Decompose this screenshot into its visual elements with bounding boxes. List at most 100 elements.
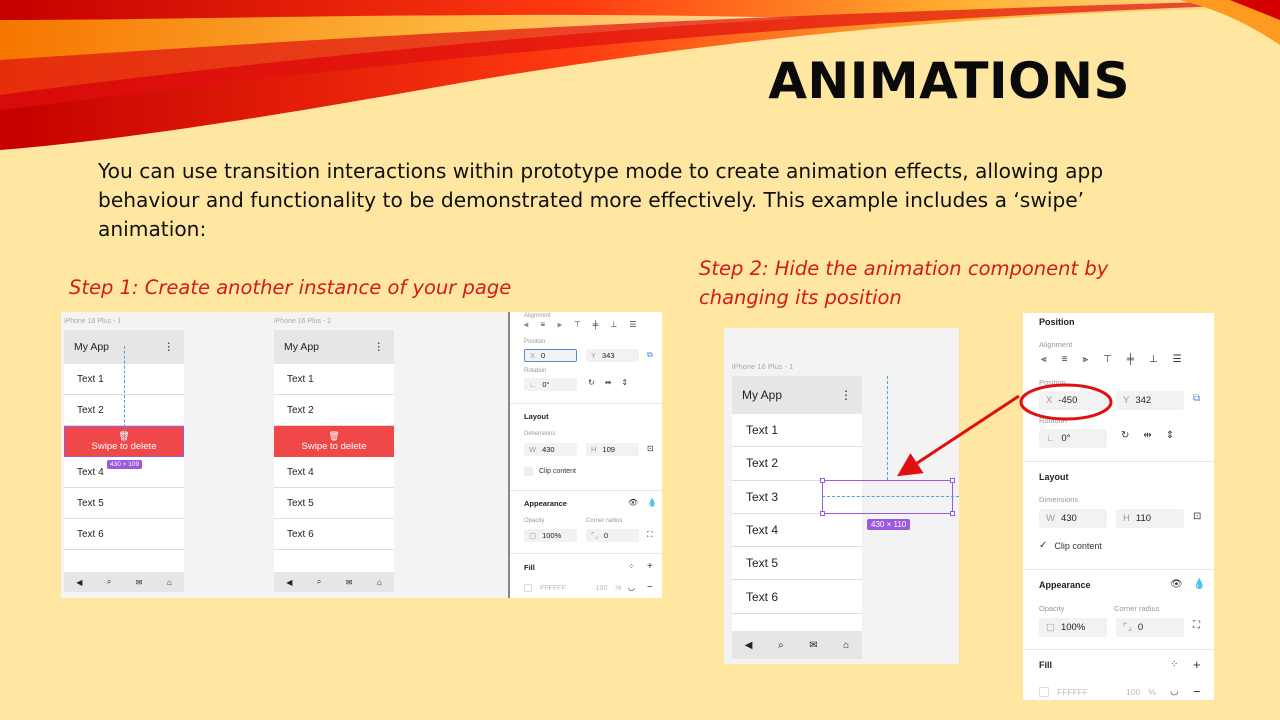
- alignment-tools: ⫷ ≡ ⫸ ⊤ ╪ ⊥ ☰: [1041, 354, 1182, 365]
- home-icon[interactable]: ⌂: [377, 578, 382, 587]
- align-bottom-icon[interactable]: ⊥: [1149, 354, 1158, 365]
- x-field[interactable]: X -450: [1039, 391, 1107, 410]
- home-icon[interactable]: ⌂: [167, 578, 172, 587]
- align-center-icon[interactable]: ≡: [541, 320, 546, 330]
- blend-icon[interactable]: 💧: [647, 498, 657, 507]
- list-item[interactable]: Text 5: [732, 547, 862, 581]
- x-field[interactable]: X 0: [524, 349, 577, 362]
- resize-icon[interactable]: ⊡: [1193, 511, 1201, 522]
- distribute-icon[interactable]: ☰: [629, 320, 636, 330]
- resize-handle[interactable]: [820, 478, 825, 483]
- trash-icon: 🗑: [328, 431, 340, 441]
- list-item[interactable]: Text 2: [274, 395, 394, 426]
- align-center-icon[interactable]: ≡: [1062, 354, 1068, 365]
- list-item[interactable]: Text 6: [732, 580, 862, 614]
- height-field[interactable]: H 110: [1116, 509, 1184, 528]
- more-menu-icon[interactable]: ⋮: [840, 388, 852, 402]
- home-icon[interactable]: ⌂: [843, 640, 849, 651]
- align-bottom-icon[interactable]: ⊥: [610, 320, 617, 330]
- fill-row[interactable]: FFFFFF 100 %: [1039, 687, 1156, 697]
- resize-handle[interactable]: [820, 511, 825, 516]
- width-field[interactable]: W 430: [524, 443, 577, 456]
- clip-checkbox[interactable]: [524, 467, 533, 476]
- list-item[interactable]: Text 4: [732, 514, 862, 548]
- opacity-field[interactable]: ▢ 100%: [524, 529, 577, 542]
- fill-percent: 100: [1126, 687, 1141, 697]
- hide-fill-icon[interactable]: ◡: [628, 583, 635, 592]
- fill-swatch[interactable]: [524, 584, 532, 592]
- height-field[interactable]: H 109: [586, 443, 639, 456]
- mail-icon[interactable]: ✉: [346, 578, 353, 587]
- resize-handle[interactable]: [950, 478, 955, 483]
- list-item[interactable]: Text 6: [274, 519, 394, 550]
- bottom-nav: ◀ ⌕ ✉ ⌂: [274, 572, 394, 592]
- width-field[interactable]: W 430: [1039, 509, 1107, 528]
- add-fill-icon[interactable]: +: [647, 561, 653, 572]
- radius-field[interactable]: ⌜⌟ 0: [1116, 618, 1184, 637]
- rotation-field[interactable]: ∟ 0°: [1039, 429, 1107, 448]
- swipe-delete-row[interactable]: 🗑 Swipe to delete: [274, 426, 394, 457]
- remove-fill-icon[interactable]: −: [647, 582, 653, 593]
- constraints-icon[interactable]: ⧉: [647, 350, 653, 360]
- flip-horizontal-icon[interactable]: ⇹: [1143, 430, 1151, 441]
- rotation-field[interactable]: ∟ 0°: [524, 378, 577, 391]
- clip-content-option[interactable]: Clip content: [524, 467, 576, 476]
- list-item[interactable]: Text 1: [274, 364, 394, 395]
- radius-field[interactable]: ⌜⌟ 0: [586, 529, 639, 542]
- resize-icon[interactable]: ⊡: [647, 444, 654, 453]
- align-middle-icon[interactable]: ╪: [1127, 354, 1134, 365]
- y-field[interactable]: Y 342: [1116, 391, 1184, 410]
- fill-row[interactable]: FFFFFF 100 %: [524, 584, 622, 592]
- rotate-icon[interactable]: ↻: [1121, 430, 1129, 441]
- list-item[interactable]: Text 5: [274, 488, 394, 519]
- visibility-icon[interactable]: 👁: [1170, 579, 1183, 590]
- blend-icon[interactable]: 💧: [1193, 579, 1205, 590]
- list-item[interactable]: Text 1: [732, 414, 862, 448]
- hide-fill-icon[interactable]: ◡: [1170, 686, 1179, 697]
- expand-corners-icon[interactable]: ⛶: [1193, 620, 1200, 631]
- search-icon[interactable]: ⌕: [107, 577, 111, 587]
- hidden-component-selection[interactable]: [822, 480, 953, 514]
- clip-checkbox-checked[interactable]: ✓: [1039, 540, 1047, 551]
- back-icon[interactable]: ◀: [286, 578, 292, 587]
- search-icon[interactable]: ⌕: [778, 640, 784, 651]
- visibility-icon[interactable]: 👁: [628, 498, 638, 507]
- rotate-icon[interactable]: ↻: [588, 378, 595, 387]
- add-fill-icon[interactable]: +: [1193, 657, 1201, 672]
- distribute-icon[interactable]: ☰: [1173, 354, 1182, 365]
- flip-tools: ↻ ⇹ ⇕: [1121, 430, 1174, 441]
- styles-icon[interactable]: ⁘: [1170, 659, 1178, 670]
- resize-handle[interactable]: [950, 511, 955, 516]
- mail-icon[interactable]: ✉: [809, 640, 817, 651]
- back-icon[interactable]: ◀: [745, 640, 753, 651]
- rotation-label: Rotation: [524, 368, 547, 374]
- align-right-icon[interactable]: ⫸: [1082, 354, 1088, 365]
- align-top-icon[interactable]: ⊤: [1103, 354, 1112, 365]
- more-menu-icon[interactable]: ⋮: [164, 341, 175, 353]
- styles-icon[interactable]: ⁘: [628, 562, 635, 571]
- align-top-icon[interactable]: ⊤: [574, 320, 581, 330]
- list-item[interactable]: Text 4: [274, 457, 394, 488]
- flip-horizontal-icon[interactable]: ⇹: [605, 378, 612, 387]
- y-field[interactable]: Y 343: [586, 349, 639, 362]
- remove-fill-icon[interactable]: −: [1193, 684, 1201, 699]
- clip-content-option[interactable]: ✓ Clip content: [1039, 540, 1102, 551]
- align-right-icon[interactable]: ⫸: [557, 320, 562, 330]
- more-menu-icon[interactable]: ⋮: [374, 341, 385, 353]
- search-icon[interactable]: ⌕: [317, 577, 321, 587]
- fill-swatch[interactable]: [1039, 687, 1049, 697]
- constraints-icon[interactable]: ⧉: [1193, 393, 1200, 404]
- flip-vertical-icon[interactable]: ⇕: [621, 378, 628, 387]
- list-item[interactable]: Text 5: [64, 488, 184, 519]
- step2-caption: Step 2: Hide the animation component by …: [699, 257, 1109, 309]
- flip-vertical-icon[interactable]: ⇕: [1166, 430, 1174, 441]
- align-left-icon[interactable]: ⫷: [1041, 354, 1047, 365]
- opacity-field[interactable]: ▢ 100%: [1039, 618, 1107, 637]
- mail-icon[interactable]: ✉: [136, 578, 143, 587]
- back-icon[interactable]: ◀: [76, 578, 82, 587]
- list-item[interactable]: Text 6: [64, 519, 184, 550]
- align-middle-icon[interactable]: ╪: [593, 320, 599, 330]
- list-item[interactable]: Text 2: [732, 447, 862, 481]
- align-left-icon[interactable]: ⫷: [524, 320, 529, 330]
- expand-corners-icon[interactable]: ⛶: [647, 530, 653, 540]
